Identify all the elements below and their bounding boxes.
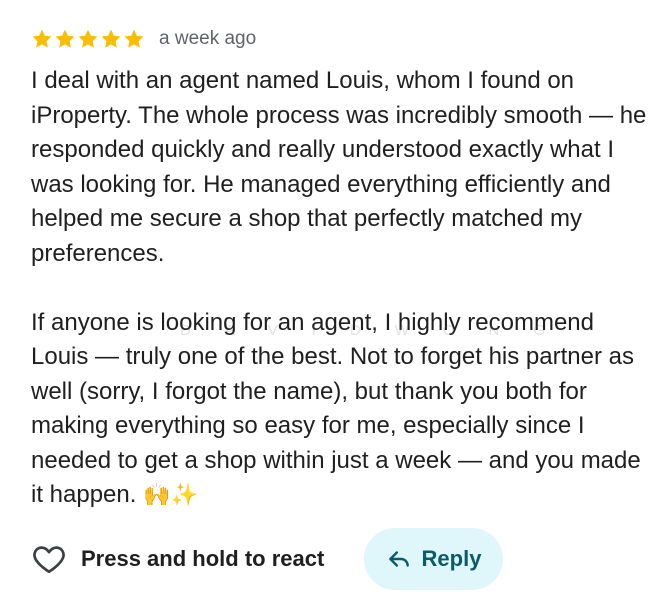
review-meta: a week ago	[31, 24, 256, 54]
star-icon	[55, 29, 75, 48]
review-text: I deal with an agent named Louis, whom I…	[31, 64, 651, 514]
review-paragraph-2-text: If anyone is looking for an agent, I hig…	[31, 308, 641, 509]
review-paragraph-1: I deal with an agent named Louis, whom I…	[31, 67, 647, 267]
star-icon	[78, 29, 98, 48]
star-rating	[31, 28, 145, 50]
reply-button[interactable]: Reply	[364, 528, 503, 590]
review-paragraph-2: If anyone is looking for an agent, I hig…	[31, 306, 651, 514]
heart-outline-icon	[33, 546, 65, 574]
star-icon	[101, 29, 121, 48]
react-button[interactable]: Press and hold to react	[31, 528, 324, 590]
reply-label: Reply	[421, 546, 482, 571]
star-icon	[32, 29, 52, 48]
reply-arrow-icon	[388, 551, 409, 567]
review-time: a week ago	[159, 28, 257, 49]
react-label: Press and hold to react	[81, 546, 325, 571]
review-actions: Press and hold to react Reply	[31, 528, 651, 590]
star-icon	[124, 29, 144, 48]
sparkles-emoji: ✨	[170, 483, 198, 508]
review-card: a week ago I deal with an agent named Lo…	[0, 0, 671, 600]
raising-hands-emoji: 🙌	[143, 483, 171, 508]
